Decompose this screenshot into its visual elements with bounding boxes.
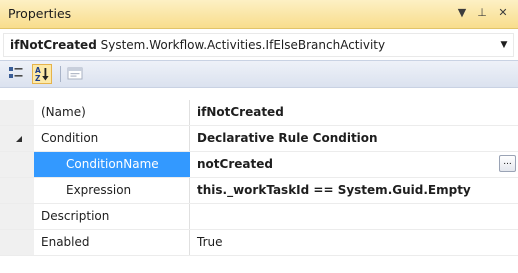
row-gutter <box>0 178 34 203</box>
property-row-enabled[interactable]: Enabled True <box>0 230 518 256</box>
object-selector[interactable]: ifNotCreated System.Workflow.Activities.… <box>3 33 514 57</box>
categorized-button[interactable] <box>7 64 27 84</box>
object-type: System.Workflow.Activities.IfElseBranchA… <box>100 38 386 52</box>
categorized-icon <box>9 67 23 78</box>
property-name[interactable]: Description <box>34 204 190 229</box>
ellipsis-button[interactable]: ... <box>499 155 516 172</box>
alphabetical-button[interactable]: A Z <box>32 64 52 84</box>
property-name[interactable]: (Name) <box>34 100 190 125</box>
property-name[interactable]: Expression <box>34 178 190 203</box>
properties-panel: Properties ▼ ⊥ ✕ ifNotCreated System.Wor… <box>0 0 518 273</box>
property-pages-icon <box>67 67 83 80</box>
property-row-expression[interactable]: Expression this._workTaskId == System.Gu… <box>0 178 518 204</box>
collapse-triangle-icon[interactable] <box>14 134 24 144</box>
row-gutter <box>0 100 34 125</box>
row-gutter <box>0 152 34 177</box>
pin-icon[interactable]: ⊥ <box>474 4 490 22</box>
property-name[interactable]: ConditionName <box>34 152 190 177</box>
title-bar: Properties ▼ ⊥ ✕ <box>0 0 518 29</box>
property-value[interactable]: this._workTaskId == System.Guid.Empty <box>191 178 518 203</box>
row-gutter <box>0 204 34 229</box>
property-name[interactable]: Condition <box>34 126 190 151</box>
property-value[interactable]: Declarative Rule Condition <box>191 126 518 151</box>
object-selector-text: ifNotCreated System.Workflow.Activities.… <box>10 38 385 52</box>
panel-title: Properties <box>8 6 72 21</box>
property-grid: (Name) ifNotCreated Condition Declarativ… <box>0 100 518 256</box>
properties-toolbar: A Z <box>0 60 518 88</box>
property-value[interactable]: True <box>191 230 518 255</box>
window-menu-dropdown-icon[interactable]: ▼ <box>454 4 470 22</box>
row-gutter <box>0 230 34 255</box>
property-value[interactable]: ifNotCreated <box>191 100 518 125</box>
alphabetical-icon: A Z <box>35 66 49 83</box>
row-gutter <box>0 126 34 151</box>
svg-text:Z: Z <box>35 74 41 83</box>
property-value[interactable] <box>191 204 518 229</box>
property-row-name[interactable]: (Name) ifNotCreated <box>0 100 518 126</box>
object-name: ifNotCreated <box>10 38 97 52</box>
chevron-down-icon[interactable]: ▼ <box>498 38 510 52</box>
property-pages-button[interactable] <box>66 64 86 84</box>
close-icon[interactable]: ✕ <box>495 4 511 22</box>
toolbar-separator <box>60 66 61 82</box>
property-name[interactable]: Enabled <box>34 230 190 255</box>
property-row-description[interactable]: Description <box>0 204 518 230</box>
property-row-conditionname[interactable]: ConditionName notCreated ... <box>0 152 518 178</box>
property-value[interactable]: notCreated <box>191 152 518 177</box>
property-row-condition[interactable]: Condition Declarative Rule Condition <box>0 126 518 152</box>
